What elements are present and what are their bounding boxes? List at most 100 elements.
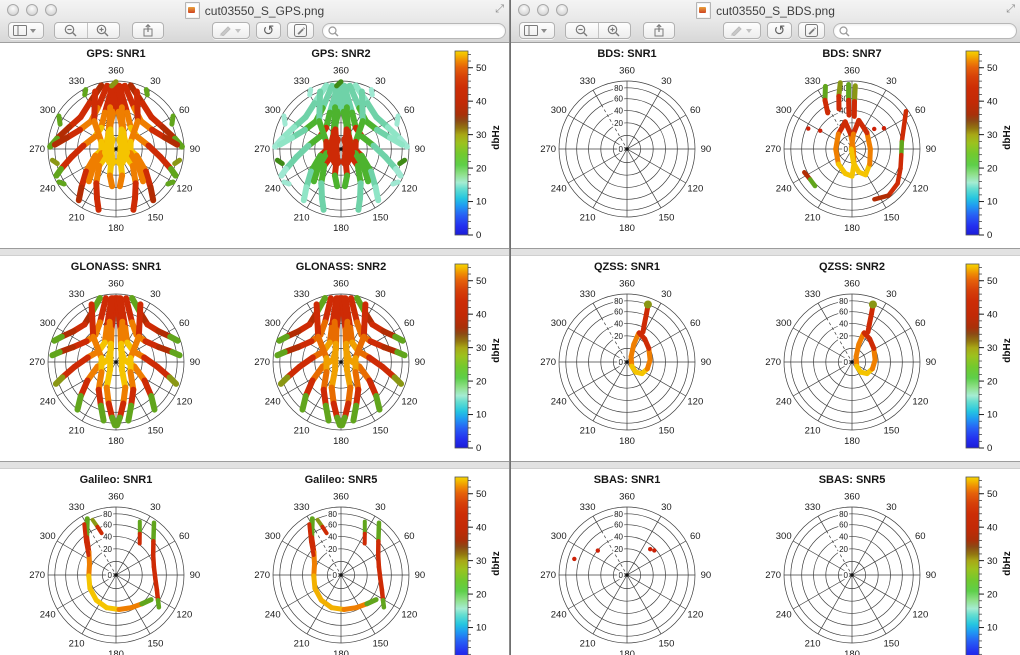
- svg-text:60: 60: [690, 105, 701, 116]
- traffic-lights: [7, 4, 57, 16]
- svg-text:30: 30: [886, 502, 897, 513]
- zoom-out-icon: [575, 24, 589, 37]
- sidebar-button[interactable]: [519, 22, 555, 39]
- svg-text:270: 270: [765, 570, 781, 581]
- fullscreen-icon[interactable]: ⤢: [1006, 3, 1015, 16]
- svg-text:10: 10: [476, 623, 487, 634]
- svg-text:20: 20: [103, 545, 112, 554]
- svg-text:40: 40: [614, 533, 623, 542]
- svg-text:300: 300: [776, 318, 792, 329]
- svg-text:30: 30: [476, 556, 487, 567]
- colorbar: 01020304050dbHz: [455, 51, 502, 241]
- svg-text:Galileo: SNR1: Galileo: SNR1: [80, 474, 153, 486]
- minimize-button[interactable]: [26, 4, 38, 16]
- svg-text:60: 60: [404, 105, 415, 116]
- svg-text:270: 270: [29, 144, 45, 155]
- close-button[interactable]: [7, 4, 19, 16]
- svg-text:30: 30: [150, 502, 161, 513]
- svg-text:30: 30: [476, 130, 487, 141]
- svg-text:40: 40: [476, 309, 487, 320]
- close-button[interactable]: [518, 4, 530, 16]
- svg-text:120: 120: [401, 184, 417, 195]
- sidebar-icon: [13, 25, 27, 36]
- svg-text:0: 0: [987, 443, 992, 454]
- colorbar: 01020304050dbHz: [966, 51, 1013, 241]
- toolbar: ↺: [511, 21, 1020, 42]
- svg-text:30: 30: [987, 343, 998, 354]
- search-field[interactable]: [322, 23, 506, 39]
- svg-text:60: 60: [404, 318, 415, 329]
- search-field[interactable]: [833, 23, 1017, 39]
- svg-text:30: 30: [150, 289, 161, 300]
- svg-text:210: 210: [294, 639, 310, 650]
- svg-text:180: 180: [844, 223, 860, 234]
- svg-text:270: 270: [540, 144, 556, 155]
- rotate-left-button[interactable]: ↺: [767, 22, 792, 39]
- svg-text:0: 0: [619, 358, 624, 367]
- zoom-in-button[interactable]: [599, 24, 631, 37]
- svg-text:50: 50: [987, 489, 998, 500]
- zoom-out-button[interactable]: [566, 24, 598, 37]
- svg-text:60: 60: [839, 521, 848, 530]
- edit-button[interactable]: [287, 22, 314, 39]
- svg-text:360: 360: [333, 65, 349, 76]
- svg-text:180: 180: [108, 223, 124, 234]
- share-button[interactable]: [643, 22, 675, 39]
- svg-text:dbHz: dbHz: [1002, 338, 1013, 362]
- svg-text:30: 30: [661, 502, 672, 513]
- marker-button[interactable]: [723, 22, 761, 39]
- marker-button[interactable]: [212, 22, 250, 39]
- zoom-window-button[interactable]: [45, 4, 57, 16]
- svg-text:120: 120: [401, 610, 417, 621]
- svg-text:40: 40: [103, 533, 112, 542]
- edit-button[interactable]: [798, 22, 825, 39]
- svg-text:80: 80: [614, 297, 623, 306]
- svg-text:150: 150: [659, 639, 675, 650]
- titlebar[interactable]: cut03550_S_BDS.png ⤢: [511, 0, 1020, 21]
- colorbar: 01020304050dbHz: [966, 264, 1013, 454]
- svg-text:Galileo: SNR5: Galileo: SNR5: [305, 474, 378, 486]
- svg-text:240: 240: [551, 610, 567, 621]
- svg-text:40: 40: [987, 522, 998, 533]
- search-input[interactable]: [850, 24, 996, 38]
- svg-text:60: 60: [328, 521, 337, 530]
- svg-text:10: 10: [987, 623, 998, 634]
- svg-text:90: 90: [701, 357, 712, 368]
- search-input[interactable]: [339, 24, 485, 38]
- sky-plot-glo_snr2: 3603060901201501802102402703003300204060…: [254, 261, 425, 447]
- svg-text:300: 300: [776, 531, 792, 542]
- titlebar[interactable]: cut03550_S_GPS.png ⤢: [0, 0, 509, 21]
- svg-text:40: 40: [614, 320, 623, 329]
- chevron-down-icon: [541, 29, 547, 33]
- svg-text:150: 150: [373, 213, 389, 224]
- rotate-left-button[interactable]: ↺: [256, 22, 281, 39]
- svg-text:80: 80: [328, 510, 337, 519]
- svg-text:30: 30: [886, 289, 897, 300]
- svg-text:0: 0: [844, 358, 849, 367]
- zoom-in-button[interactable]: [88, 24, 120, 37]
- svg-text:60: 60: [614, 521, 623, 530]
- image-row: 3603060901201501802102402703003300204060…: [0, 256, 509, 461]
- sidebar-icon: [524, 25, 538, 36]
- svg-text:240: 240: [265, 397, 281, 408]
- svg-text:210: 210: [805, 426, 821, 437]
- sidebar-button[interactable]: [8, 22, 44, 39]
- fullscreen-icon[interactable]: ⤢: [495, 3, 504, 16]
- svg-text:80: 80: [839, 510, 848, 519]
- svg-text:180: 180: [844, 436, 860, 447]
- svg-text:120: 120: [176, 610, 192, 621]
- svg-text:240: 240: [776, 397, 792, 408]
- marker-caret-icon: [746, 29, 752, 33]
- svg-text:120: 120: [687, 397, 703, 408]
- zoom-out-button[interactable]: [55, 24, 87, 37]
- svg-text:360: 360: [619, 278, 635, 289]
- zoom-window-button[interactable]: [556, 4, 568, 16]
- minimize-button[interactable]: [537, 4, 549, 16]
- svg-text:80: 80: [614, 84, 623, 93]
- svg-text:20: 20: [839, 545, 848, 554]
- colorbar: 01020304050dbHz: [966, 477, 1013, 655]
- svg-text:dbHz: dbHz: [491, 551, 502, 575]
- share-button[interactable]: [132, 22, 164, 39]
- sky-plot-gal_snr5: 3603060901201501802102402703003300204060…: [254, 474, 425, 655]
- svg-text:40: 40: [476, 522, 487, 533]
